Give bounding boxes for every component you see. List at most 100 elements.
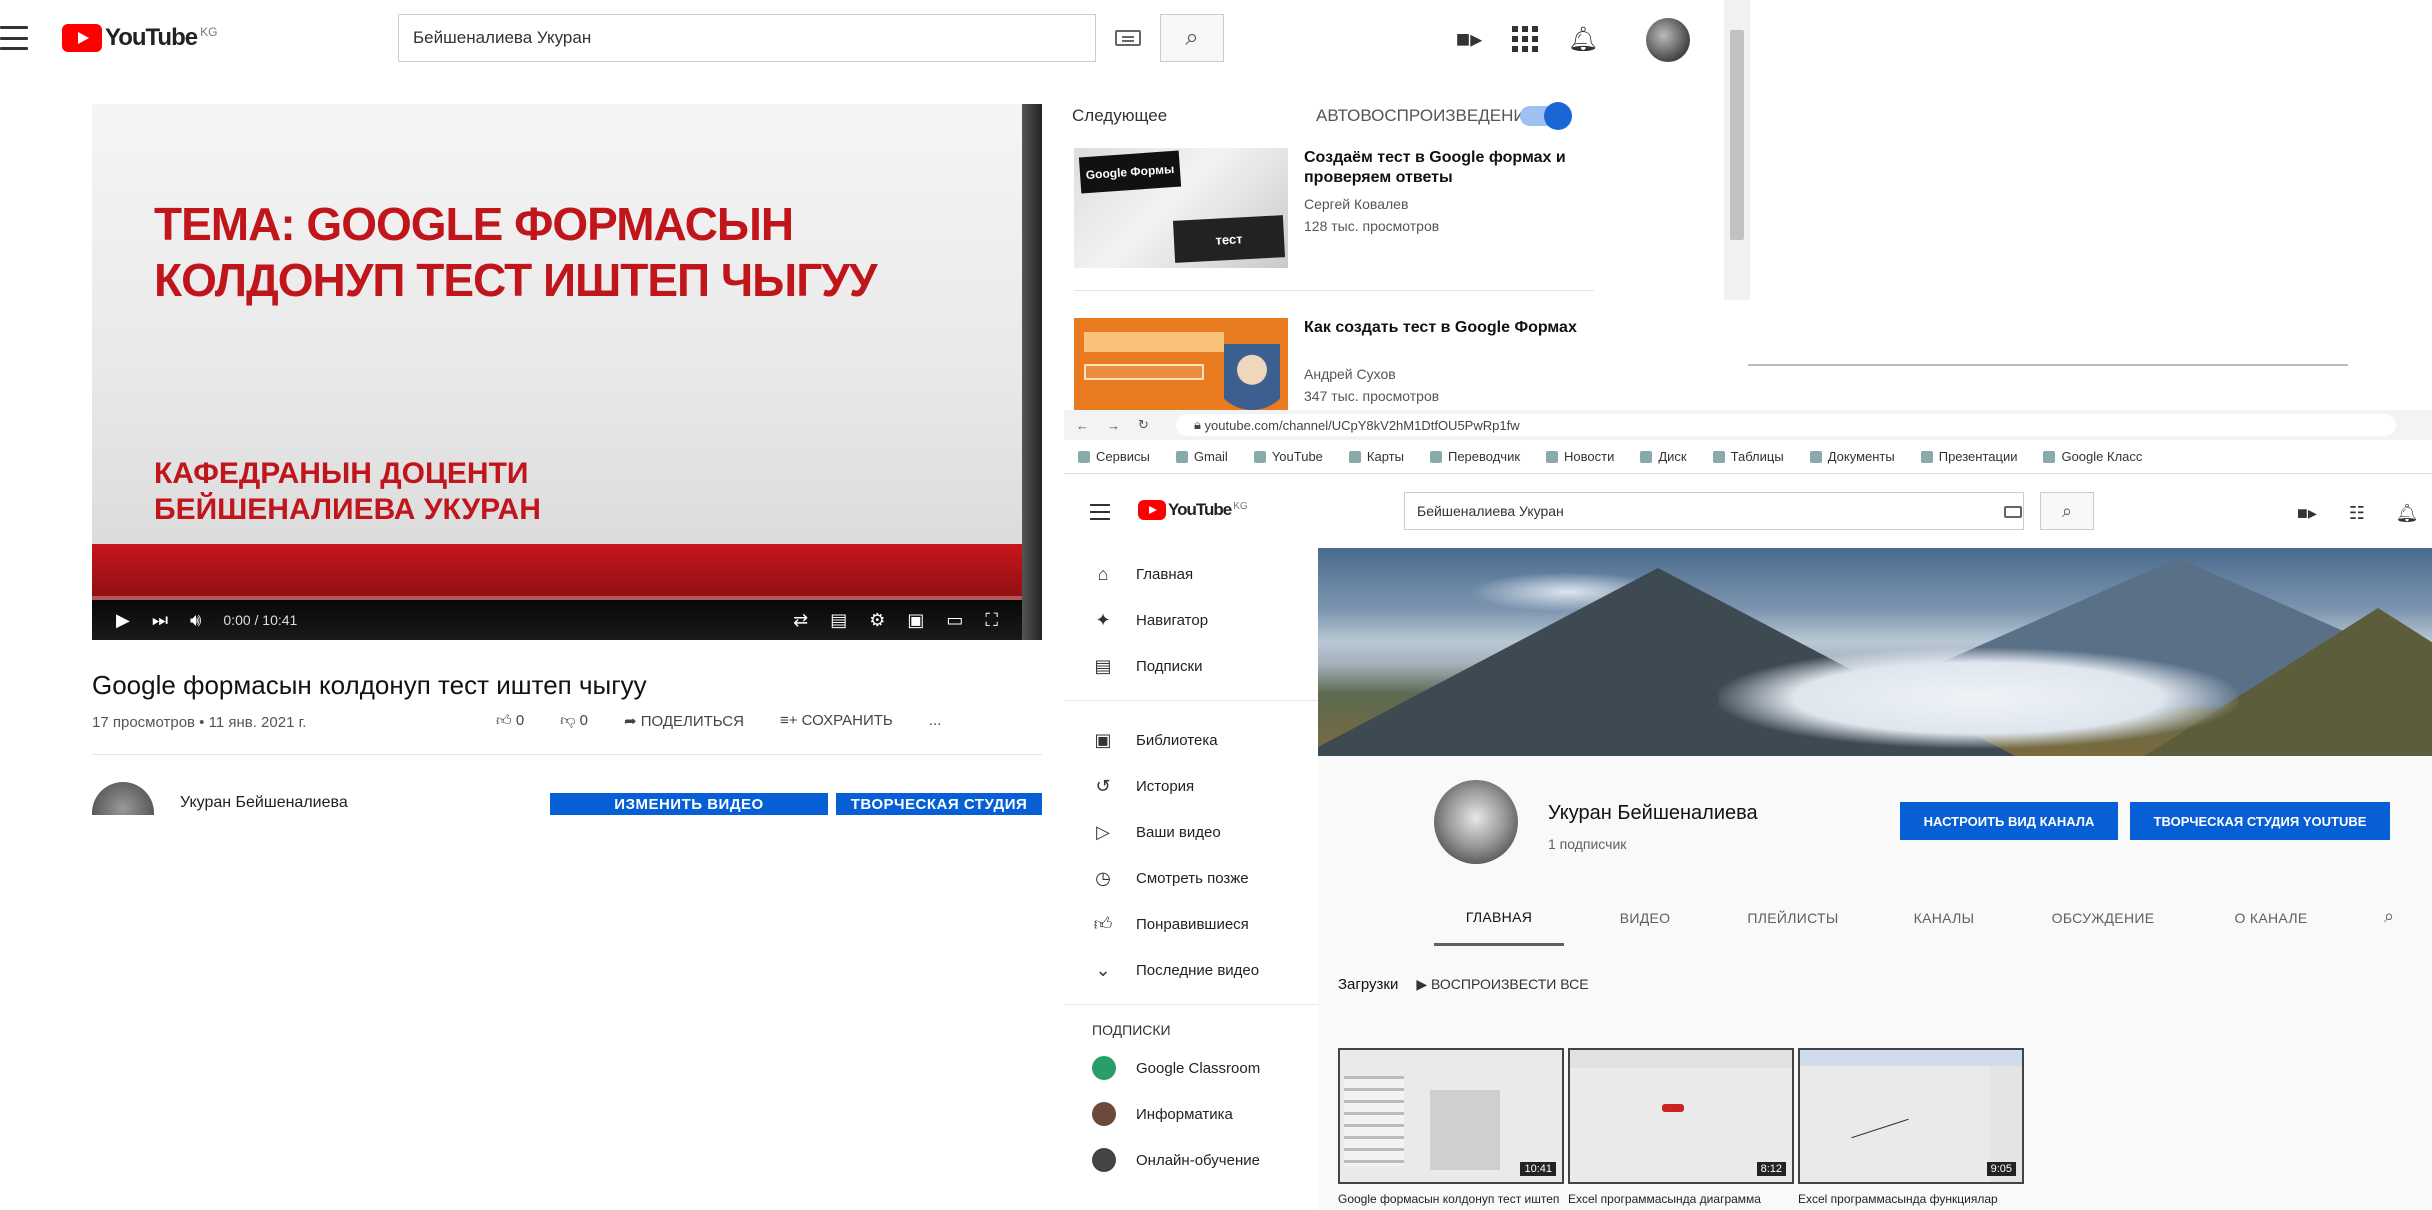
video-card[interactable]: 9:05 Excel программасында функциялар — [1798, 1048, 2024, 1208]
recommended-video[interactable]: Google Формы тест Создаём тест в Google … — [1074, 148, 1594, 268]
fullscreen-icon[interactable]: ⛶ — [985, 610, 998, 631]
miniplayer-icon[interactable]: ▣ — [907, 610, 924, 631]
sidebar-item-recent[interactable]: ⌄ Последние видео — [1092, 950, 1312, 990]
sidebar-item-watch-later[interactable]: ◷ Смотреть позже — [1092, 858, 1312, 898]
bookmark-item[interactable]: Документы — [1809, 449, 1895, 464]
bookmark-item[interactable]: Gmail — [1175, 449, 1228, 464]
search-icon[interactable]: ⌕ — [2384, 906, 2394, 927]
creator-studio-button[interactable]: ТВОРЧЕСКАЯ СТУДИЯ — [836, 793, 1042, 815]
reload-icon[interactable]: ↻ — [1138, 417, 1149, 433]
bookmark-item[interactable]: YouTube — [1253, 449, 1323, 464]
play-icon[interactable]: ▶ — [116, 610, 130, 631]
bookmark-item[interactable]: Презентации — [1920, 449, 2017, 464]
tab-videos[interactable]: ВИДЕО — [1590, 890, 1700, 946]
menu-icon[interactable] — [0, 26, 28, 50]
bookmark-item[interactable]: Google Класс — [2043, 449, 2142, 464]
tab-about[interactable]: О КАНАЛЕ — [2206, 890, 2336, 946]
tab-discussion[interactable]: ОБСУЖДЕНИЕ — [2018, 890, 2188, 946]
autoplay-toggle-icon[interactable]: ⇄ — [793, 610, 808, 631]
scrollbar[interactable] — [1724, 0, 1750, 300]
like-button[interactable]: 👍︎ 0 — [496, 712, 524, 730]
subscription-item[interactable]: Google Classroom — [1092, 1048, 1312, 1088]
settings-gear-icon[interactable]: ⚙︎ — [869, 610, 885, 631]
bookmark-item[interactable]: Диск — [1640, 449, 1687, 464]
create-video-icon[interactable]: ■▸ — [2294, 500, 2320, 526]
library-icon: ▣ — [1094, 729, 1112, 750]
video-title[interactable]: Excel программасында диаграмма — [1568, 1192, 1794, 1207]
video-thumbnail[interactable]: 8:12 — [1568, 1048, 1794, 1184]
bookmark-item[interactable]: Переводчик — [1429, 449, 1520, 464]
address-bar[interactable]: 🔒︎ youtube.com/channel/UCpY8kV2hM1DtfOU5… — [1176, 414, 2396, 436]
more-actions-button[interactable]: ... — [929, 712, 942, 730]
sidebar-item-library[interactable]: ▣ Библиотека — [1092, 720, 1312, 760]
search-input[interactable]: Бейшеналиева Укуран — [1404, 492, 2024, 530]
sidebar-item-your-videos[interactable]: ▷ Ваши видео — [1092, 812, 1312, 852]
volume-icon[interactable]: 🔊︎ — [190, 610, 201, 631]
menu-icon[interactable] — [1090, 504, 1110, 520]
tab-home[interactable]: ГЛАВНАЯ — [1434, 890, 1564, 946]
sidebar-item-explore[interactable]: ✦ Навигатор — [1092, 600, 1312, 640]
apps-icon[interactable] — [1508, 22, 1542, 56]
recommended-title[interactable]: Как создать тест в Google Формах — [1304, 318, 1594, 338]
notifications-bell-icon[interactable]: 🔔︎ — [2394, 500, 2420, 526]
bookmark-item[interactable]: Новости — [1546, 449, 1614, 464]
edit-video-button[interactable]: ИЗМЕНИТЬ ВИДЕО — [550, 793, 828, 815]
sidebar-item-label: Главная — [1136, 565, 1194, 583]
recommended-channel[interactable]: Андрей Сухов — [1304, 366, 1396, 382]
next-icon[interactable]: ⏭︎ — [152, 610, 168, 631]
recommended-channel[interactable]: Сергей Ковалев — [1304, 196, 1408, 212]
forward-icon[interactable]: → — [1107, 418, 1120, 433]
tab-playlists[interactable]: ПЛЕЙЛИСТЫ — [1718, 890, 1868, 946]
keyboard-icon[interactable] — [2004, 506, 2022, 518]
channel-content: Загрузки ▶ ВОСПРОИЗВЕСТИ ВСЕ 10:41 Googl… — [1318, 946, 2432, 1210]
bookmark-item[interactable]: Таблицы — [1712, 449, 1784, 464]
keyboard-icon[interactable] — [1115, 30, 1141, 46]
play-all-button[interactable]: ▶ ВОСПРОИЗВЕСТИ ВСЕ — [1416, 976, 1588, 993]
tab-channels[interactable]: КАНАЛЫ — [1884, 890, 2004, 946]
search-button[interactable]: ⌕ — [1160, 14, 1224, 62]
scrollbar-thumb[interactable] — [1730, 30, 1744, 240]
channel-avatar[interactable] — [1434, 780, 1518, 864]
youtube-logo[interactable]: YouTube KG — [1138, 500, 1248, 520]
bookmark-item[interactable]: Сервисы — [1078, 449, 1150, 464]
video-player[interactable]: ТЕМА: GOOGLE ФОРМАСЫН КОЛДОНУП ТЕСТ ИШТЕ… — [92, 104, 1042, 640]
channel-avatar[interactable] — [92, 782, 154, 815]
notifications-bell-icon[interactable]: 🔔︎ — [1566, 22, 1600, 56]
customize-channel-button[interactable]: НАСТРОИТЬ ВИД КАНАЛА — [1900, 802, 2118, 840]
create-video-icon[interactable]: ■▸ — [1452, 22, 1486, 56]
slide-author-line2: БЕЙШЕНАЛИЕВА УКУРАН — [154, 493, 541, 526]
recommended-title[interactable]: Создаём тест в Google формах и проверяем… — [1304, 148, 1594, 188]
sidebar-item-home[interactable]: ⌂ Главная — [1092, 554, 1312, 594]
subscription-item[interactable]: Онлайн-обучение — [1092, 1140, 1312, 1180]
video-thumbnail[interactable]: 9:05 — [1798, 1048, 2024, 1184]
search-button[interactable]: ⌕ — [2040, 492, 2094, 530]
video-title[interactable]: Google формасын колдонуп тест иштеп чыгу… — [1338, 1192, 1564, 1210]
sidebar-item-history[interactable]: ↺ История — [1092, 766, 1312, 806]
video-title[interactable]: Excel программасында функциялар — [1798, 1192, 2024, 1207]
video-thumbnail[interactable]: 10:41 — [1338, 1048, 1564, 1184]
shelf-title[interactable]: Загрузки — [1338, 976, 1398, 993]
subscription-item[interactable]: Информатика — [1092, 1094, 1312, 1134]
back-icon[interactable]: ← — [1076, 418, 1089, 433]
video-card[interactable]: 8:12 Excel программасында диаграмма — [1568, 1048, 1794, 1208]
apps-icon[interactable]: ☷ — [2344, 500, 2370, 526]
youtube-studio-button[interactable]: ТВОРЧЕСКАЯ СТУДИЯ YOUTUBE — [2130, 802, 2390, 840]
youtube-logo[interactable]: YouTube KG — [62, 24, 217, 52]
sidebar-item-subscriptions[interactable]: ▤ Подписки — [1092, 646, 1312, 686]
autoplay-toggle[interactable] — [1520, 102, 1572, 130]
thumb-graphic — [1430, 1090, 1500, 1170]
sidebar-item-liked[interactable]: 👍︎ Понравившиеся — [1092, 904, 1312, 944]
save-button[interactable]: ≡+ СОХРАНИТЬ — [780, 712, 893, 730]
recommended-thumbnail[interactable]: Google Формы тест — [1074, 148, 1288, 268]
subtitles-icon[interactable]: ▤ — [830, 610, 847, 631]
bookmark-item[interactable]: Карты — [1348, 449, 1404, 464]
share-button[interactable]: ➦ ПОДЕЛИТЬСЯ — [624, 712, 744, 730]
account-avatar[interactable] — [1646, 18, 1690, 62]
channel-name[interactable]: Укуран Бейшеналиева — [180, 794, 348, 812]
video-frame: ТЕМА: GOOGLE ФОРМАСЫН КОЛДОНУП ТЕСТ ИШТЕ… — [92, 104, 1022, 544]
video-card[interactable]: 10:41 Google формасын колдонуп тест иште… — [1338, 1048, 1564, 1210]
theater-icon[interactable]: ▭ — [946, 610, 963, 631]
thumb-graphic — [1344, 1076, 1404, 1166]
dislike-button[interactable]: 👎︎ 0 — [560, 712, 588, 730]
search-input[interactable]: Бейшеналиева Укуран — [398, 14, 1096, 62]
